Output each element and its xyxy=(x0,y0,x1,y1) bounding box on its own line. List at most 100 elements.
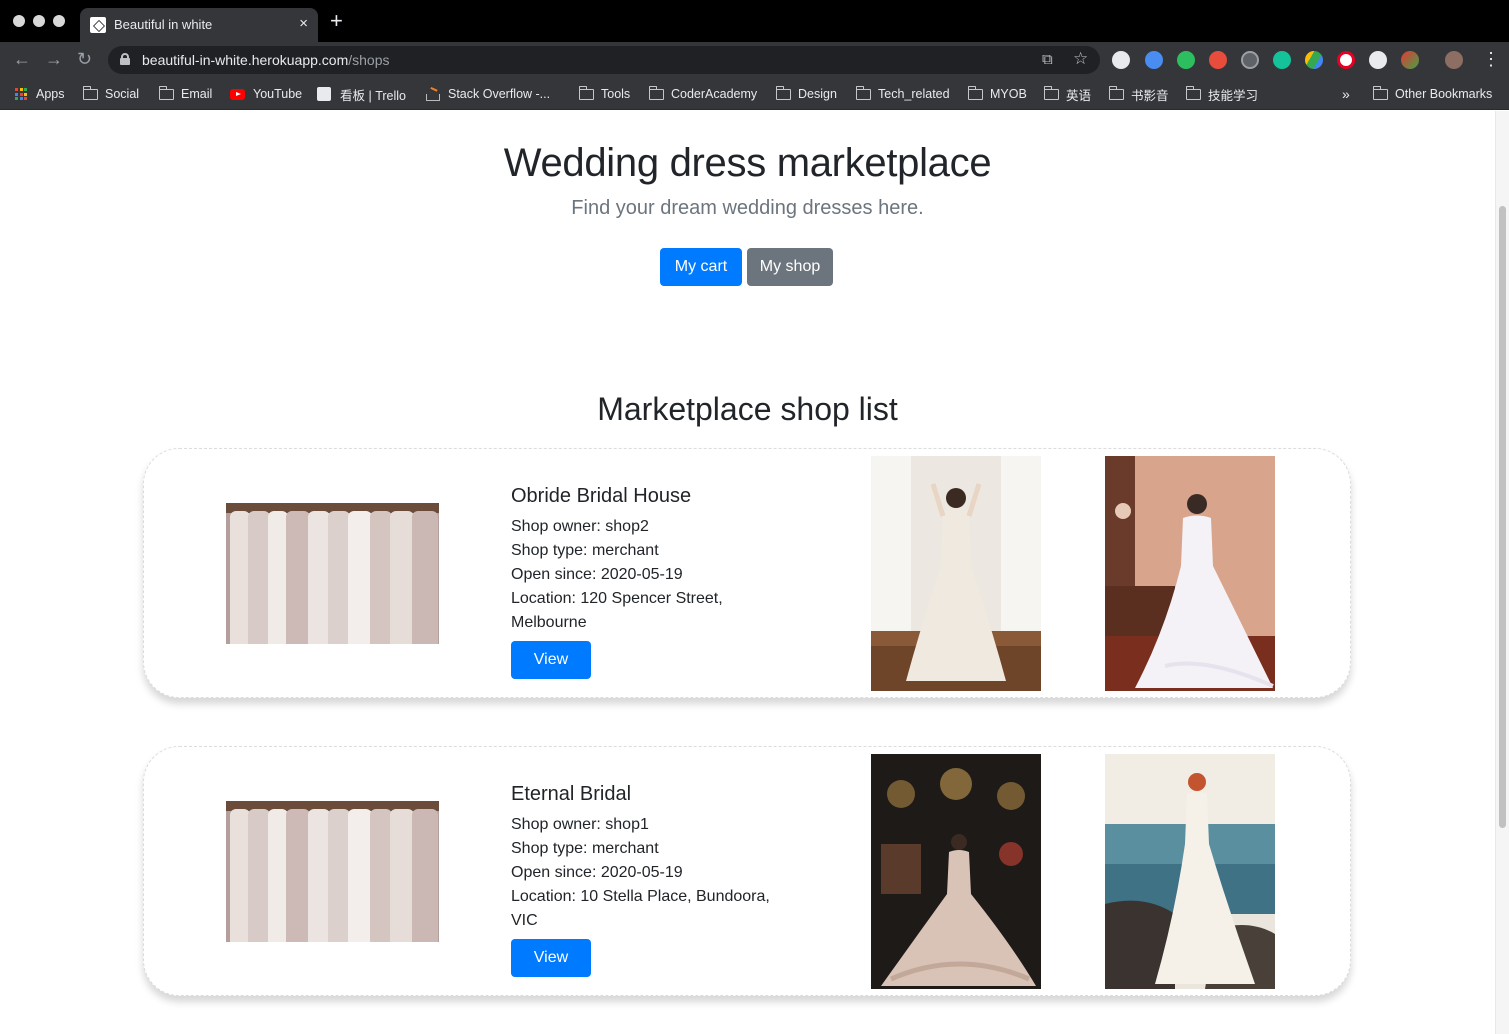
translate-icon[interactable]: ⧉ xyxy=(1042,51,1053,68)
maximize-window-button[interactable] xyxy=(53,15,65,27)
bookmark-label: 看板 | Trello xyxy=(340,88,406,103)
dress-photo-image xyxy=(871,456,1041,691)
dress-shape xyxy=(390,511,414,644)
dress-shape xyxy=(286,511,310,644)
bookmark-label: Tech_related xyxy=(878,87,950,101)
dress-photo xyxy=(1105,754,1275,989)
bookmark-books-movies[interactable]: 书影音 xyxy=(1108,84,1169,104)
browser-toolbar: ← → ↻ beautiful-in-white.herokuapp.com/s… xyxy=(0,42,1509,78)
extension-pocket-icon[interactable] xyxy=(1241,51,1259,69)
dress-shape xyxy=(308,809,330,942)
page-scrollbar[interactable] xyxy=(1495,111,1509,1034)
bookmark-youtube[interactable]: YouTube xyxy=(230,84,302,104)
extension-evernote-icon[interactable] xyxy=(1177,51,1195,69)
minimize-window-button[interactable] xyxy=(33,15,45,27)
shop-owner: Shop owner: shop1 xyxy=(511,816,649,833)
dress-photo-image xyxy=(871,754,1041,989)
shop-card: Eternal Bridal Shop owner: shop1 Shop ty… xyxy=(143,746,1351,996)
dress-photo xyxy=(1105,456,1275,691)
bookmark-other[interactable]: Other Bookmarks xyxy=(1372,84,1492,104)
dress-shape xyxy=(390,809,414,942)
extension-pinterest-icon[interactable] xyxy=(1337,51,1355,69)
close-tab-icon[interactable]: × xyxy=(299,15,308,32)
folder-icon xyxy=(1043,85,1059,100)
new-tab-button[interactable]: + xyxy=(330,10,343,32)
bookmark-english[interactable]: 英语 xyxy=(1043,84,1091,104)
address-bar[interactable]: beautiful-in-white.herokuapp.com/shops ⧉… xyxy=(108,46,1100,74)
profile-avatar[interactable] xyxy=(1445,51,1463,69)
bookmark-email[interactable]: Email xyxy=(158,84,213,104)
dress-photo xyxy=(871,754,1041,989)
folder-icon xyxy=(855,85,871,100)
dress-shape xyxy=(248,809,270,942)
dress-shape xyxy=(230,809,250,942)
bookmark-tools[interactable]: Tools xyxy=(578,84,631,104)
bookmark-apps[interactable]: Apps xyxy=(15,84,65,104)
dress-shape xyxy=(328,511,350,644)
youtube-icon xyxy=(230,88,245,100)
extension-1password-icon[interactable] xyxy=(1145,51,1163,69)
folder-icon xyxy=(1108,85,1124,100)
bookmark-coderacademy[interactable]: CoderAcademy xyxy=(648,84,757,104)
shop-open-date: Open since: 2020-05-19 xyxy=(511,566,683,583)
browser-tab[interactable]: Beautiful in white × xyxy=(80,8,318,42)
dress-shape xyxy=(230,511,250,644)
folder-icon xyxy=(1372,85,1388,100)
bookmark-design[interactable]: Design xyxy=(775,84,837,104)
forward-button[interactable]: → xyxy=(45,50,63,68)
dress-shape xyxy=(328,809,350,942)
shop-location: Location: 120 Spencer Street, Melbourne xyxy=(511,590,723,631)
reload-button[interactable]: ↻ xyxy=(77,50,92,68)
bookmark-myob[interactable]: MYOB xyxy=(967,84,1027,104)
shop-owner: Shop owner: shop2 xyxy=(511,518,649,535)
bookmark-label: YouTube xyxy=(253,87,303,101)
dress-shape xyxy=(268,809,288,942)
bookmark-label: MYOB xyxy=(990,87,1027,101)
dress-photo-image xyxy=(1105,456,1275,691)
shop-thumbnail-image xyxy=(226,503,439,644)
bookmark-label: Email xyxy=(181,87,213,101)
page-subtitle: Find your dream wedding dresses here. xyxy=(571,197,924,219)
bookmark-skills[interactable]: 技能学习 xyxy=(1185,84,1258,104)
bookmark-social[interactable]: Social xyxy=(82,84,139,104)
browser-menu-icon[interactable]: ⋮ xyxy=(1482,50,1500,68)
back-button[interactable]: ← xyxy=(13,50,31,68)
dress-photo-image xyxy=(1105,754,1275,989)
shop-location: Location: 10 Stella Place, Bundoora, VIC xyxy=(511,888,770,929)
view-shop-button[interactable]: View xyxy=(511,939,591,977)
extension-drive-icon[interactable] xyxy=(1305,51,1323,69)
extension-translate-icon[interactable] xyxy=(1112,51,1130,69)
view-shop-button[interactable]: View xyxy=(511,641,591,679)
apps-grid-icon xyxy=(15,88,27,100)
my-cart-button[interactable]: My cart xyxy=(660,248,742,286)
bookmark-label: Stack Overflow -... xyxy=(448,87,551,101)
dress-shape xyxy=(370,511,392,644)
page-content: Wedding dress marketplace Find your drea… xyxy=(0,111,1495,1034)
bookmark-stackoverflow[interactable]: Stack Overflow -... xyxy=(425,84,550,104)
stackoverflow-icon xyxy=(425,87,440,101)
folder-icon xyxy=(82,85,98,100)
extension-color-icon[interactable] xyxy=(1401,51,1419,69)
dress-shape xyxy=(268,511,288,644)
folder-icon xyxy=(967,85,983,100)
browser-titlebar: Beautiful in white × + xyxy=(0,0,1509,42)
extension-infinity-icon[interactable] xyxy=(1209,51,1227,69)
close-window-button[interactable] xyxy=(13,15,25,27)
bookmark-tech-related[interactable]: Tech_related xyxy=(855,84,950,104)
extension-grammarly-icon[interactable] xyxy=(1273,51,1291,69)
dress-photo xyxy=(871,456,1041,691)
dress-shape xyxy=(348,809,372,942)
bookmark-label: 书影音 xyxy=(1131,88,1169,103)
shop-name: Eternal Bridal xyxy=(511,783,632,805)
scrollbar-thumb[interactable] xyxy=(1499,206,1506,828)
bookmark-label: Tools xyxy=(601,87,631,101)
bookmarks-overflow-button[interactable]: » xyxy=(1342,84,1350,104)
shop-open-date: Open since: 2020-05-19 xyxy=(511,864,683,881)
section-title: Marketplace shop list xyxy=(597,391,898,427)
extension-tools-icon[interactable] xyxy=(1369,51,1387,69)
bookmark-label: Apps xyxy=(36,87,65,101)
dress-shape xyxy=(286,809,310,942)
bookmark-star-icon[interactable]: ☆ xyxy=(1073,49,1088,69)
bookmark-trello[interactable]: 看板 | Trello xyxy=(317,84,406,104)
my-shop-button[interactable]: My shop xyxy=(747,248,833,286)
